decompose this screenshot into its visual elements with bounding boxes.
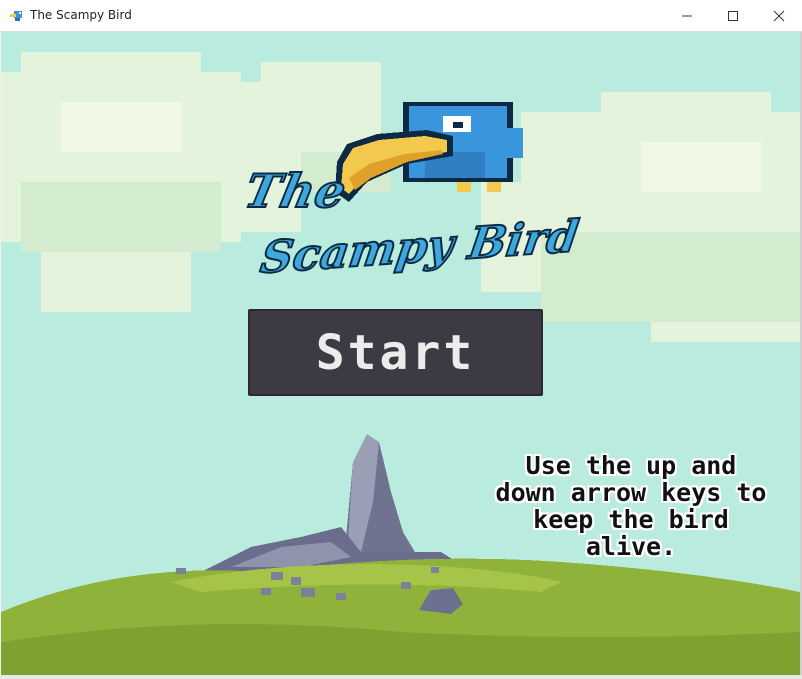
start-button[interactable]: Start [248, 309, 543, 396]
game-canvas[interactable]: The Scampy Bird Start Use the up and dow… [1, 32, 800, 675]
maximize-button[interactable] [710, 0, 756, 32]
instructions-text: Use the up and down arrow keys to keep t… [495, 451, 767, 561]
close-icon [773, 10, 785, 22]
bird-app-icon [10, 11, 22, 21]
background-window-edge [0, 675, 802, 679]
maximize-icon [728, 11, 738, 21]
start-button-label: Start [315, 324, 476, 381]
minimize-icon [682, 15, 692, 17]
window-titlebar[interactable]: The Scampy Bird [0, 0, 802, 32]
close-button[interactable] [756, 0, 802, 32]
logo-title-line1: The [239, 163, 352, 219]
minimize-button[interactable] [664, 0, 710, 32]
window-title: The Scampy Bird [30, 8, 132, 22]
